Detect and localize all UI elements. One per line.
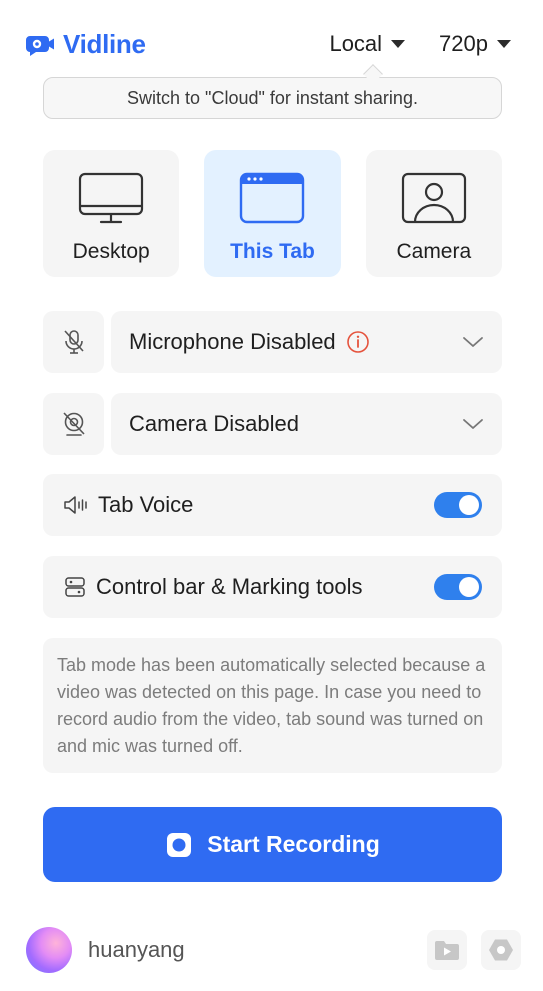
chevron-down-icon [463,337,483,347]
tab-voice-row: Tab Voice [43,474,502,536]
vidline-logo-icon [26,36,54,56]
toggle-knob [459,495,479,515]
header-controls: Local 720p [329,31,511,57]
camera-select[interactable]: Camera Disabled [111,393,502,455]
mode-camera[interactable]: Camera [365,150,502,277]
camera-select-label: Camera Disabled [129,411,299,436]
caret-down-icon [391,40,406,48]
camera-row: Camera Disabled [43,393,502,455]
mode-desktop-label: Desktop [72,240,150,263]
tooltip-text: Switch to "Cloud" for instant sharing. [127,87,418,108]
recorder-popup: Vidline Local 720p Switch to "Cloud" for… [0,0,543,991]
start-recording-button[interactable]: Start Recording [43,807,502,882]
camera-select-content: Camera Disabled [129,411,299,437]
toolbar-icon [65,577,85,597]
folder-video-icon [435,941,459,960]
auto-select-notice: Tab mode has been automatically selected… [43,638,502,773]
storage-select-value: Local [329,31,383,56]
username: huanyang [88,937,185,962]
speaker-icon [64,496,87,514]
camera-user-icon [401,172,466,224]
mode-camera-label: Camera [396,240,472,263]
quality-select-value: 720p [439,31,488,56]
info-icon[interactable] [346,330,370,354]
settings-button[interactable] [481,930,521,970]
recordings-folder-button[interactable] [427,930,467,970]
tab-voice-toggle[interactable] [434,492,482,518]
avatar [26,927,72,973]
settings-icon [489,939,513,961]
quality-select[interactable]: 720p [439,31,511,57]
browser-tab-icon [240,172,305,224]
start-recording-label: Start Recording [207,831,380,857]
storage-select[interactable]: Local [329,31,406,57]
caret-down-icon [497,40,511,48]
record-icon [167,832,192,857]
tab-voice-label-group: Tab Voice [63,492,193,518]
mode-this-tab[interactable]: This Tab [204,150,341,277]
microphone-select-label: Microphone Disabled [129,329,336,354]
brand-name: Vidline [63,28,146,59]
camera-off-icon [62,412,85,436]
microphone-select-content: Microphone Disabled [129,329,370,355]
microphone-row: Microphone Disabled [43,311,502,373]
control-bar-label: Control bar & Marking tools [96,574,363,599]
header: Vidline Local 720p [26,26,511,62]
control-bar-toggle[interactable] [434,574,482,600]
footer-actions [427,930,521,970]
chevron-down-icon [463,419,483,429]
notice-text: Tab mode has been automatically selected… [57,655,486,756]
control-bar-row: Control bar & Marking tools [43,556,502,618]
mode-selector: Desktop This Tab Camera [43,150,502,277]
microphone-select[interactable]: Microphone Disabled [111,311,502,373]
mic-off-icon [63,330,84,354]
tab-voice-label: Tab Voice [98,492,194,517]
control-bar-label-group: Control bar & Marking tools [63,574,363,600]
camera-toggle-button[interactable] [43,393,104,455]
mode-this-tab-label: This Tab [230,240,315,263]
microphone-toggle-button[interactable] [43,311,104,373]
brand: Vidline [26,29,146,60]
desktop-icon [79,172,144,224]
footer: huanyang [26,926,521,974]
toggle-knob [459,577,479,597]
user-profile[interactable]: huanyang [26,927,185,973]
cloud-tooltip: Switch to "Cloud" for instant sharing. [43,77,502,119]
mode-desktop[interactable]: Desktop [43,150,180,277]
